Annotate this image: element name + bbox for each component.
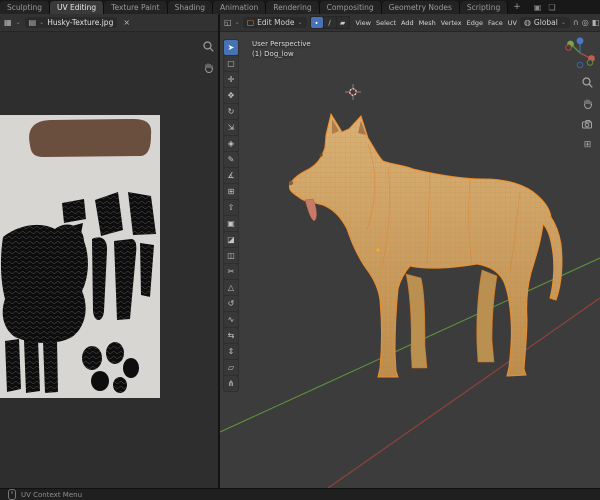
- tool-tweak[interactable]: ➤: [224, 40, 238, 55]
- menu-mesh[interactable]: Mesh: [419, 19, 436, 27]
- viewport-canvas[interactable]: User Perspective (1) Dog_low ➤ ▢ ✛ ✥ ↻ ⇲ ◈ ✎ ∡ ⊞ ⇧…: [220, 32, 600, 488]
- unlink-image-button[interactable]: ×: [121, 18, 132, 27]
- scene-icon[interactable]: ▣: [534, 3, 542, 12]
- blender-window: Sculpting UV Editing Texture Paint Shading A…: [0, 0, 600, 500]
- chevron-down-icon: ⌄: [234, 19, 240, 26]
- tool-edge-slide[interactable]: ⇆: [224, 328, 238, 343]
- workspace-tab-texture-paint[interactable]: Texture Paint: [104, 1, 168, 14]
- orientation-label: Global: [533, 18, 558, 27]
- image-datablock-selector[interactable]: ▤ ⌄ Husky-Texture.jpg: [24, 17, 118, 28]
- tool-inset-faces[interactable]: ▣: [224, 216, 238, 231]
- mouse-icon: [8, 489, 16, 500]
- navigation-gizmo[interactable]: [563, 35, 597, 69]
- mode-label: Edit Mode: [257, 18, 295, 27]
- statusbar: UV Context Menu: [0, 488, 600, 500]
- viewport-overlay-text: User Perspective (1) Dog_low: [252, 39, 311, 59]
- add-workspace-button[interactable]: +: [508, 1, 526, 14]
- object-label: (1) Dog_low: [252, 50, 294, 58]
- select-mode-vertex[interactable]: ∙: [310, 17, 323, 28]
- pan-hand-icon[interactable]: [202, 61, 215, 74]
- select-mode-buttons: ∙ ∕ ▰: [309, 16, 350, 29]
- tool-scale[interactable]: ⇲: [224, 120, 238, 135]
- uv-editor-type-icon[interactable]: ▦: [4, 18, 12, 27]
- workspace-tabs: Sculpting UV Editing Texture Paint Shading A…: [0, 0, 509, 14]
- tool-smooth[interactable]: ∿: [224, 312, 238, 327]
- tool-rip-region[interactable]: ⋔: [224, 376, 238, 391]
- context-hint: UV Context Menu: [21, 490, 83, 499]
- workspace-tab-shading[interactable]: Shading: [167, 1, 214, 14]
- tool-shear[interactable]: ▱: [224, 360, 238, 375]
- workspace-tab-sculpting[interactable]: Sculpting: [0, 1, 51, 14]
- viewport-editor-type-icon[interactable]: ◱: [224, 18, 232, 27]
- workspace-tab-rendering[interactable]: Rendering: [266, 1, 320, 14]
- tool-loop-cut[interactable]: ◫: [224, 248, 238, 263]
- workspace-tab-compositing[interactable]: Compositing: [319, 1, 382, 14]
- proportional-editing-icon[interactable]: ◎: [582, 18, 589, 27]
- xray-toggle-icon[interactable]: ◧: [592, 18, 600, 27]
- chevron-down-icon: ⌄: [560, 19, 566, 26]
- globe-icon: ◍: [523, 18, 531, 27]
- image-name: Husky-Texture.jpg: [47, 18, 114, 27]
- select-mode-face[interactable]: ▰: [336, 17, 349, 28]
- menu-vertex[interactable]: Vertex: [441, 19, 462, 27]
- select-mode-edge[interactable]: ∕: [323, 17, 336, 28]
- menu-uv[interactable]: UV: [508, 19, 517, 27]
- zoom-gizmo-icon[interactable]: [581, 76, 594, 89]
- menu-face[interactable]: Face: [488, 19, 503, 27]
- camera-view-icon[interactable]: [581, 118, 594, 131]
- menu-select[interactable]: Select: [376, 19, 396, 27]
- uv-editor-header: ▦ ⌄ ▤ ⌄ Husky-Texture.jpg ×: [0, 14, 218, 32]
- tool-bevel[interactable]: ◪: [224, 232, 238, 247]
- tool-measure[interactable]: ∡: [224, 168, 238, 183]
- orientation-dropdown[interactable]: ◍ Global ⌄: [519, 17, 570, 28]
- tool-transform[interactable]: ◈: [224, 136, 238, 151]
- menu-edge[interactable]: Edge: [467, 19, 483, 27]
- view-layer-icon[interactable]: ❏: [548, 3, 555, 12]
- tool-poly-build[interactable]: △: [224, 280, 238, 295]
- uv-texture-image[interactable]: [0, 115, 160, 398]
- cursor-3d-icon: [345, 84, 361, 100]
- viewport-header: ◱ ⌄ ▢ Edit Mode ⌄ ∙ ∕ ▰ View Select Add Mesh V…: [220, 14, 600, 32]
- chevron-down-icon: ⌄: [39, 19, 45, 26]
- tool-knife[interactable]: ✂: [224, 264, 238, 279]
- axis-x-red: [327, 297, 600, 488]
- tool-rotate[interactable]: ↻: [224, 104, 238, 119]
- pan-hand-icon[interactable]: [581, 97, 594, 110]
- tool-spin[interactable]: ↺: [224, 296, 238, 311]
- tool-move[interactable]: ✥: [224, 88, 238, 103]
- tool-add-cube[interactable]: ⊞: [224, 184, 238, 199]
- tool-extrude-region[interactable]: ⇧: [224, 200, 238, 215]
- mode-dropdown[interactable]: ▢ Edit Mode ⌄: [242, 17, 307, 28]
- viewport-menus: View Select Add Mesh Vertex Edge Face UV: [356, 19, 517, 27]
- perspective-label: User Perspective: [252, 40, 311, 48]
- chevron-down-icon: ⌄: [297, 19, 303, 26]
- tool-shrink-fatten[interactable]: ⇕: [224, 344, 238, 359]
- workspace-tab-geometry-nodes[interactable]: Geometry Nodes: [381, 1, 460, 14]
- workspace-tab-animation[interactable]: Animation: [213, 1, 267, 14]
- median-point: [376, 248, 380, 252]
- tool-annotate[interactable]: ✎: [224, 152, 238, 167]
- workspace-tab-scripting[interactable]: Scripting: [459, 1, 509, 14]
- ortho-grid-icon[interactable]: ⊞: [584, 139, 592, 151]
- zoom-gizmo-icon[interactable]: [202, 40, 215, 53]
- viewport-scene[interactable]: [220, 32, 600, 488]
- viewport-toolbar: ➤ ▢ ✛ ✥ ↻ ⇲ ◈ ✎ ∡ ⊞ ⇧ ▣ ◪ ◫ ✂ △ ↺ ∿ ⇆ ⇕ ▱ ⋔: [223, 39, 239, 392]
- workspace-tab-uv-editing[interactable]: UV Editing: [50, 1, 105, 14]
- eye: [319, 153, 323, 157]
- menu-view[interactable]: View: [356, 19, 371, 27]
- tool-cursor[interactable]: ✛: [224, 72, 238, 87]
- tool-select-box[interactable]: ▢: [224, 56, 238, 71]
- topbar: Sculpting UV Editing Texture Paint Shading A…: [0, 0, 600, 14]
- edit-mode-cube-icon: ▢: [246, 18, 255, 27]
- chevron-down-icon: ⌄: [15, 19, 21, 26]
- snap-magnet-icon[interactable]: ∩: [573, 18, 579, 27]
- image-browse-icon: ▤: [28, 18, 37, 27]
- menu-add[interactable]: Add: [401, 19, 414, 27]
- nose: [288, 180, 294, 186]
- uv-editor-canvas[interactable]: [0, 32, 218, 488]
